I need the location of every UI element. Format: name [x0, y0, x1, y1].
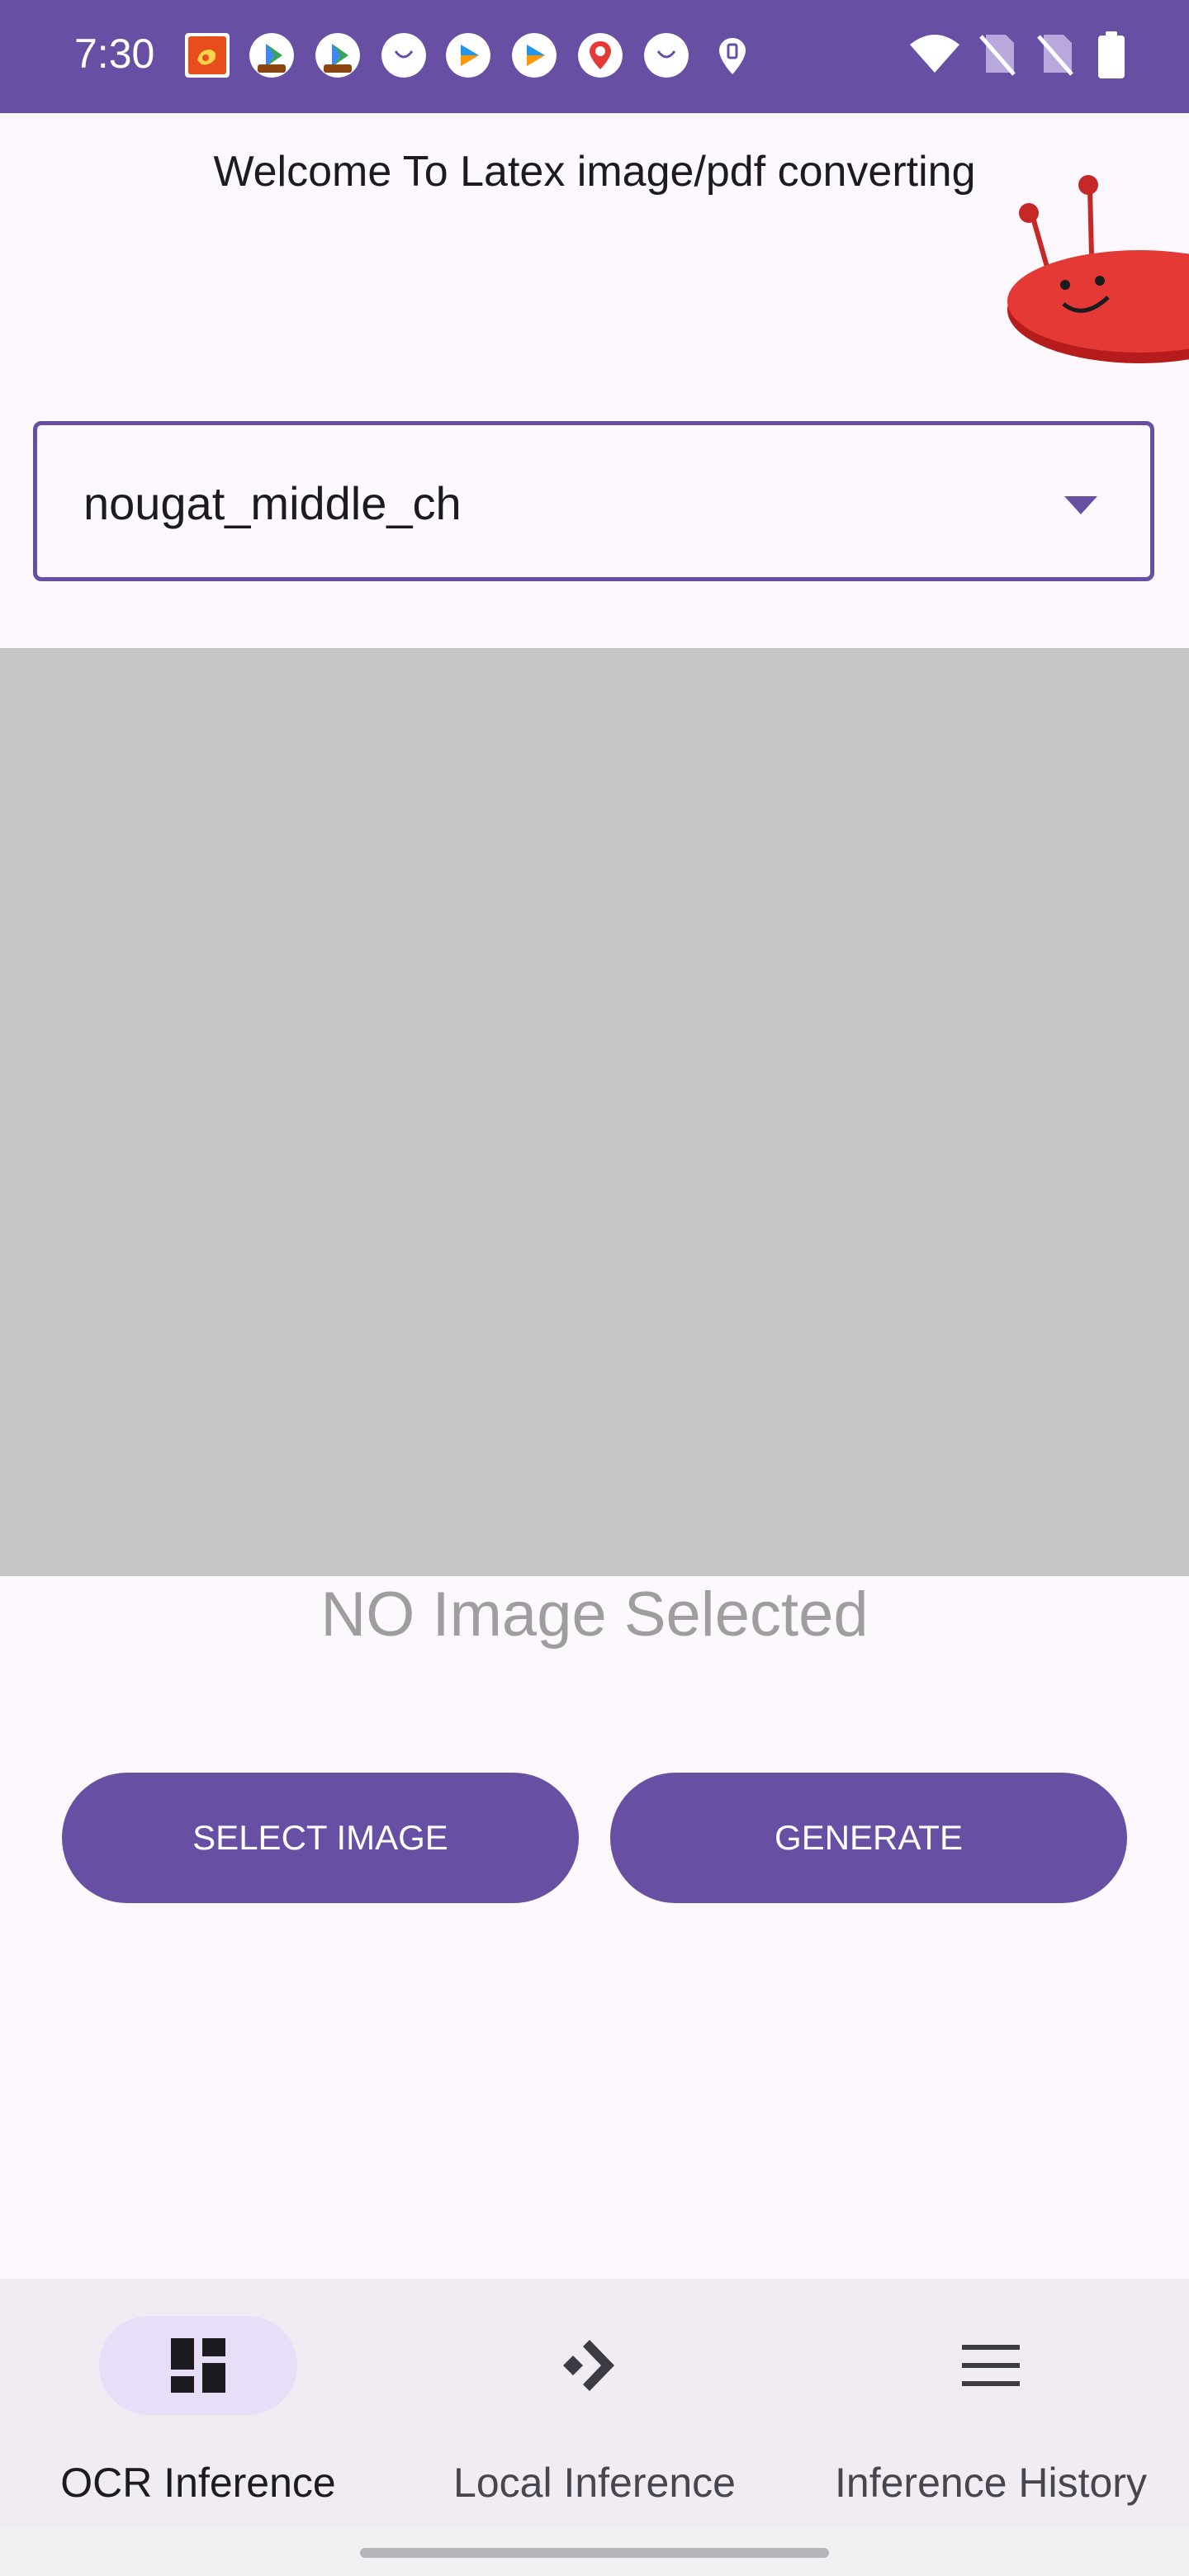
no-sim-icon — [1037, 35, 1073, 76]
weibo-icon — [185, 33, 230, 78]
video-play-icon — [512, 33, 557, 78]
nav-label-inference-history: Inference History — [835, 2460, 1147, 2506]
play-store-icon — [315, 33, 360, 78]
baidu-map-icon — [578, 33, 623, 78]
bottom-navigation: OCR Inference Local Inference Inference … — [0, 2279, 1189, 2526]
gesture-handle[interactable] — [360, 2548, 829, 2558]
dashboard-icon — [171, 2338, 225, 2393]
select-image-button[interactable]: SELECT IMAGE — [62, 1773, 579, 1903]
status-bar: 7:30 — [0, 0, 1189, 113]
model-dropdown[interactable]: nougat_middle_ch — [33, 421, 1154, 581]
smile-icon — [381, 33, 426, 78]
generate-button[interactable]: GENERATE — [610, 1773, 1127, 1903]
play-store-icon — [249, 33, 294, 78]
nav-active-indicator — [99, 2316, 297, 2415]
nav-item-ocr-inference[interactable]: OCR Inference — [0, 2279, 396, 2526]
location-icon — [719, 38, 746, 74]
no-image-placeholder: NO Image Selected — [320, 1579, 869, 1650]
nav-label-local-inference: Local Inference — [453, 2460, 736, 2506]
wifi-icon — [910, 35, 959, 73]
arrow-right-icon — [563, 2340, 614, 2391]
no-sim-icon — [979, 35, 1016, 76]
dropdown-selected-value: nougat_middle_ch — [83, 477, 462, 529]
menu-icon — [962, 2345, 1020, 2386]
video-play-icon — [446, 33, 490, 78]
battery-icon — [1098, 31, 1125, 78]
nav-item-local-inference[interactable]: Local Inference — [396, 2279, 793, 2526]
image-preview-area — [0, 648, 1189, 1576]
nav-item-inference-history[interactable]: Inference History — [793, 2279, 1189, 2526]
app-screen: 7:30 Welcome To Latex image/pdf converti… — [0, 0, 1189, 2576]
nav-label-ocr-inference: OCR Inference — [60, 2460, 336, 2506]
mascot-image — [1007, 175, 1189, 363]
status-time: 7:30 — [74, 31, 155, 77]
chevron-down-icon[interactable] — [1064, 496, 1097, 514]
smile-icon — [644, 33, 689, 78]
gesture-area — [0, 2526, 1189, 2576]
